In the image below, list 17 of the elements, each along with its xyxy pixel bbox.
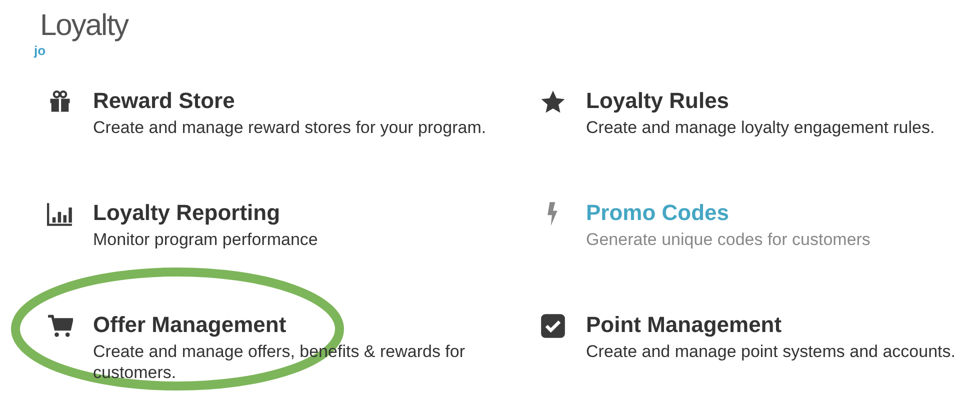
item-title: Loyalty Reporting — [93, 200, 282, 226]
item-title: Reward Store — [93, 88, 236, 114]
item-title: Loyalty Rules — [586, 88, 730, 114]
cart-icon — [47, 313, 73, 339]
item-title: Offer Management — [93, 312, 288, 338]
item-description: Create and manage reward stores for your program. — [93, 117, 486, 138]
star-icon — [540, 89, 566, 115]
bar-chart-icon — [47, 201, 73, 227]
subtitle-fragment: jo — [34, 44, 47, 58]
item-description: Monitor program performance — [93, 229, 318, 250]
checkbox-icon — [540, 313, 566, 339]
item-title: Point Management — [586, 312, 783, 338]
promo-link[interactable]: Promo Codes — [586, 200, 870, 226]
item-description: Generate unique codes for customers — [586, 229, 870, 250]
item-description: Create and manage loyalty engagement rules. — [586, 117, 935, 138]
page-title: Loyalty — [40, 8, 130, 44]
item-description: Create and manage point systems and accounts. — [586, 341, 956, 362]
